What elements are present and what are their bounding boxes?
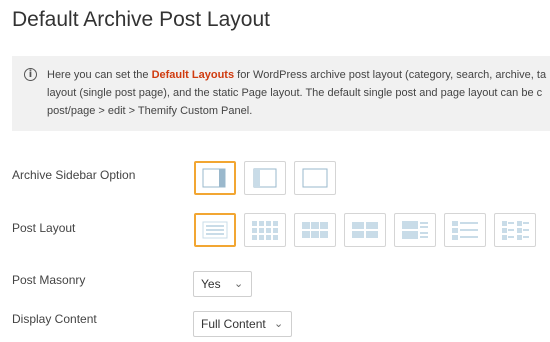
- sidebar-left-icon: [253, 168, 277, 188]
- post-masonry-label: Post Masonry: [12, 273, 86, 287]
- info-notice: i Here you can set the Default Layouts f…: [12, 56, 550, 131]
- layout-list-thumb-image-option[interactable]: [444, 213, 486, 247]
- chevron-down-icon: ⌄: [274, 317, 284, 330]
- layout-list-post-option[interactable]: [194, 213, 236, 247]
- default-layouts-link[interactable]: Default Layouts: [152, 69, 235, 81]
- notice-line1-pre: Here you can set the: [47, 69, 152, 81]
- sidebar-right-icon: [202, 168, 226, 188]
- display-content-label: Display Content: [12, 312, 97, 326]
- notice-line1-post: for WordPress archive post layout (categ…: [234, 69, 547, 81]
- notice-line3: post/page > edit > Themify Custom Panel.: [47, 105, 253, 117]
- layout-grid3-option[interactable]: [294, 213, 336, 247]
- grid2-icon: [352, 222, 378, 238]
- post-masonry-select[interactable]: Yes ⌄: [193, 271, 252, 297]
- grid2-thumb-icon: [502, 221, 529, 240]
- notice-text: Here you can set the Default Layouts for…: [47, 66, 550, 120]
- layout-grid2-option[interactable]: [344, 213, 386, 247]
- no-sidebar-option[interactable]: [294, 161, 336, 195]
- page-title: Default Archive Post Layout: [12, 8, 270, 31]
- list-large-image-icon: [402, 221, 428, 239]
- grid4-icon: [252, 221, 278, 240]
- list-thumb-image-icon: [452, 221, 478, 240]
- notice-line2: layout (single post page), and the stati…: [47, 87, 543, 99]
- layout-grid2-thumb-option[interactable]: [494, 213, 536, 247]
- info-icon: i: [24, 68, 37, 81]
- grid3-icon: [302, 222, 328, 238]
- sidebar-left-option[interactable]: [244, 161, 286, 195]
- chevron-down-icon: ⌄: [234, 277, 244, 290]
- sidebar-right-option[interactable]: [194, 161, 236, 195]
- post-layout-label: Post Layout: [12, 221, 76, 235]
- archive-sidebar-label: Archive Sidebar Option: [12, 168, 136, 182]
- display-content-value: Full Content: [201, 317, 266, 331]
- list-post-icon: [202, 221, 228, 239]
- layout-list-large-image-option[interactable]: [394, 213, 436, 247]
- no-sidebar-icon: [302, 168, 328, 188]
- post-masonry-value: Yes: [201, 277, 221, 291]
- display-content-select[interactable]: Full Content ⌄: [193, 311, 292, 337]
- layout-grid4-option[interactable]: [244, 213, 286, 247]
